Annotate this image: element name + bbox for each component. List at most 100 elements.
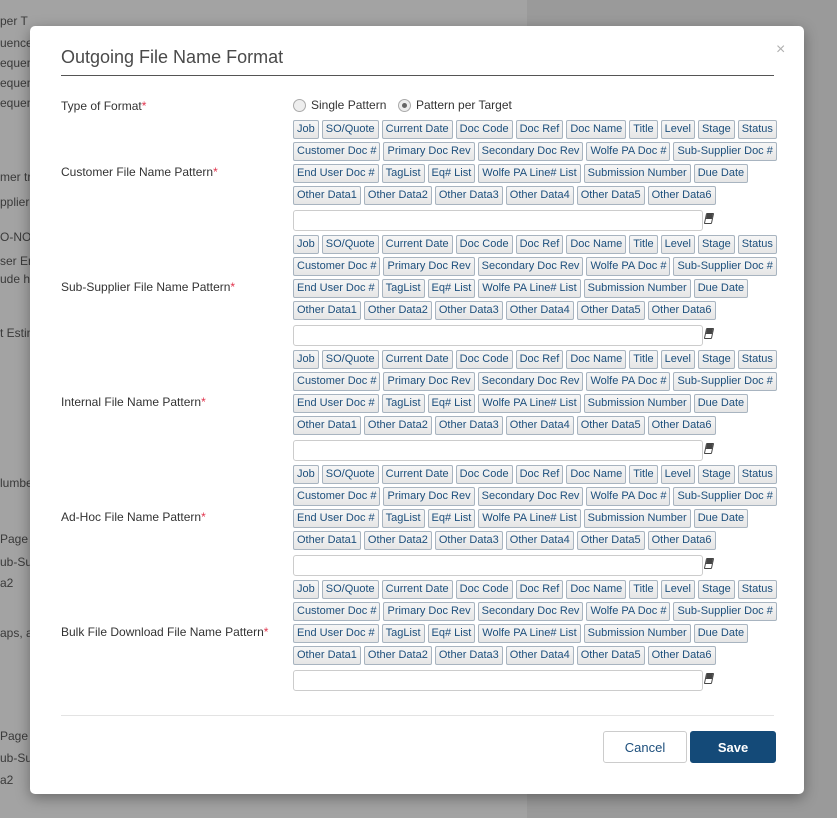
eraser-icon[interactable] [703,558,715,569]
token-button[interactable]: Due Date [693,279,749,298]
token-button[interactable]: Doc Name [566,465,627,484]
token-button[interactable]: Doc Ref [515,120,564,139]
token-button[interactable]: Doc Ref [515,465,564,484]
token-button[interactable]: Other Data4 [505,416,574,435]
token-button[interactable]: Customer Doc # [293,257,381,276]
token-button[interactable]: Wolfe PA Line# List [478,509,581,528]
token-button[interactable]: Job [293,235,319,254]
token-button[interactable]: Eq# List [427,394,476,413]
token-button[interactable]: Customer Doc # [293,372,381,391]
token-button[interactable]: Current Date [381,120,453,139]
radio-pattern-per-target[interactable]: Pattern per Target [398,98,512,112]
token-button[interactable]: Current Date [381,235,453,254]
token-button[interactable]: Eq# List [427,624,476,643]
token-button[interactable]: Other Data4 [505,531,574,550]
token-button[interactable]: Other Data3 [434,186,503,205]
token-button[interactable]: Doc Code [455,580,513,599]
token-button[interactable]: End User Doc # [293,394,379,413]
token-button[interactable]: Other Data3 [434,531,503,550]
token-button[interactable]: Stage [697,580,735,599]
token-button[interactable]: Stage [697,120,735,139]
token-button[interactable]: Other Data5 [576,416,645,435]
token-button[interactable]: Other Data6 [647,531,716,550]
token-button[interactable]: TagList [381,164,425,183]
token-button[interactable]: Other Data6 [647,301,716,320]
token-button[interactable]: Stage [697,465,735,484]
token-button[interactable]: Doc Ref [515,350,564,369]
token-button[interactable]: TagList [381,624,425,643]
token-button[interactable]: Submission Number [583,164,691,183]
token-button[interactable]: Primary Doc Rev [383,257,475,276]
token-button[interactable]: Primary Doc Rev [383,487,475,506]
radio-single-pattern[interactable]: Single Pattern [293,98,386,112]
token-button[interactable]: End User Doc # [293,624,379,643]
pattern-input[interactable] [293,555,703,576]
token-button[interactable]: Title [629,465,658,484]
token-button[interactable]: Level [660,580,695,599]
token-button[interactable]: Other Data4 [505,186,574,205]
token-button[interactable]: Other Data5 [576,301,645,320]
token-button[interactable]: Doc Code [455,235,513,254]
token-button[interactable]: Other Data3 [434,646,503,665]
token-button[interactable]: TagList [381,509,425,528]
token-button[interactable]: SO/Quote [321,235,379,254]
eraser-icon[interactable] [703,213,715,224]
token-button[interactable]: Title [629,120,658,139]
eraser-icon[interactable] [703,443,715,454]
token-button[interactable]: Wolfe PA Doc # [586,602,671,621]
token-button[interactable]: Status [737,350,777,369]
token-button[interactable]: Doc Code [455,465,513,484]
token-button[interactable]: Other Data1 [293,646,361,665]
token-button[interactable]: Secondary Doc Rev [477,257,584,276]
token-button[interactable]: Other Data5 [576,531,645,550]
save-button[interactable]: Save [690,731,776,763]
token-button[interactable]: Wolfe PA Line# List [478,279,581,298]
token-button[interactable]: SO/Quote [321,350,379,369]
token-button[interactable]: End User Doc # [293,509,379,528]
token-button[interactable]: Status [737,235,777,254]
token-button[interactable]: Other Data2 [363,186,432,205]
token-button[interactable]: Job [293,350,319,369]
token-button[interactable]: Other Data6 [647,416,716,435]
token-button[interactable]: Other Data2 [363,301,432,320]
token-button[interactable]: Doc Code [455,350,513,369]
token-button[interactable]: Job [293,580,319,599]
token-button[interactable]: Eq# List [427,164,476,183]
token-button[interactable]: Sub-Supplier Doc # [673,602,777,621]
token-button[interactable]: Other Data2 [363,531,432,550]
token-button[interactable]: Doc Ref [515,580,564,599]
token-button[interactable]: Status [737,580,777,599]
token-button[interactable]: Due Date [693,624,749,643]
token-button[interactable]: Other Data1 [293,531,361,550]
token-button[interactable]: Submission Number [583,624,691,643]
token-button[interactable]: Wolfe PA Doc # [586,142,671,161]
token-button[interactable]: Other Data5 [576,186,645,205]
token-button[interactable]: Current Date [381,465,453,484]
token-button[interactable]: Primary Doc Rev [383,372,475,391]
token-button[interactable]: Due Date [693,394,749,413]
token-button[interactable]: Title [629,235,658,254]
token-button[interactable]: Secondary Doc Rev [477,602,584,621]
token-button[interactable]: Other Data1 [293,186,361,205]
close-icon[interactable]: × [776,41,785,59]
token-button[interactable]: Other Data3 [434,301,503,320]
cancel-button[interactable]: Cancel [603,731,687,763]
token-button[interactable]: Other Data4 [505,646,574,665]
token-button[interactable]: Wolfe PA Line# List [478,624,581,643]
token-button[interactable]: Doc Name [566,580,627,599]
token-button[interactable]: Eq# List [427,279,476,298]
token-button[interactable]: Wolfe PA Line# List [478,164,581,183]
token-button[interactable]: Submission Number [583,279,691,298]
token-button[interactable]: Secondary Doc Rev [477,372,584,391]
token-button[interactable]: Secondary Doc Rev [477,142,584,161]
token-button[interactable]: Doc Ref [515,235,564,254]
token-button[interactable]: Other Data1 [293,301,361,320]
pattern-input[interactable] [293,670,703,691]
token-button[interactable]: Sub-Supplier Doc # [673,142,777,161]
token-button[interactable]: Current Date [381,350,453,369]
token-button[interactable]: End User Doc # [293,164,379,183]
token-button[interactable]: Level [660,465,695,484]
token-button[interactable]: Title [629,580,658,599]
token-button[interactable]: Other Data3 [434,416,503,435]
token-button[interactable]: Due Date [693,164,749,183]
